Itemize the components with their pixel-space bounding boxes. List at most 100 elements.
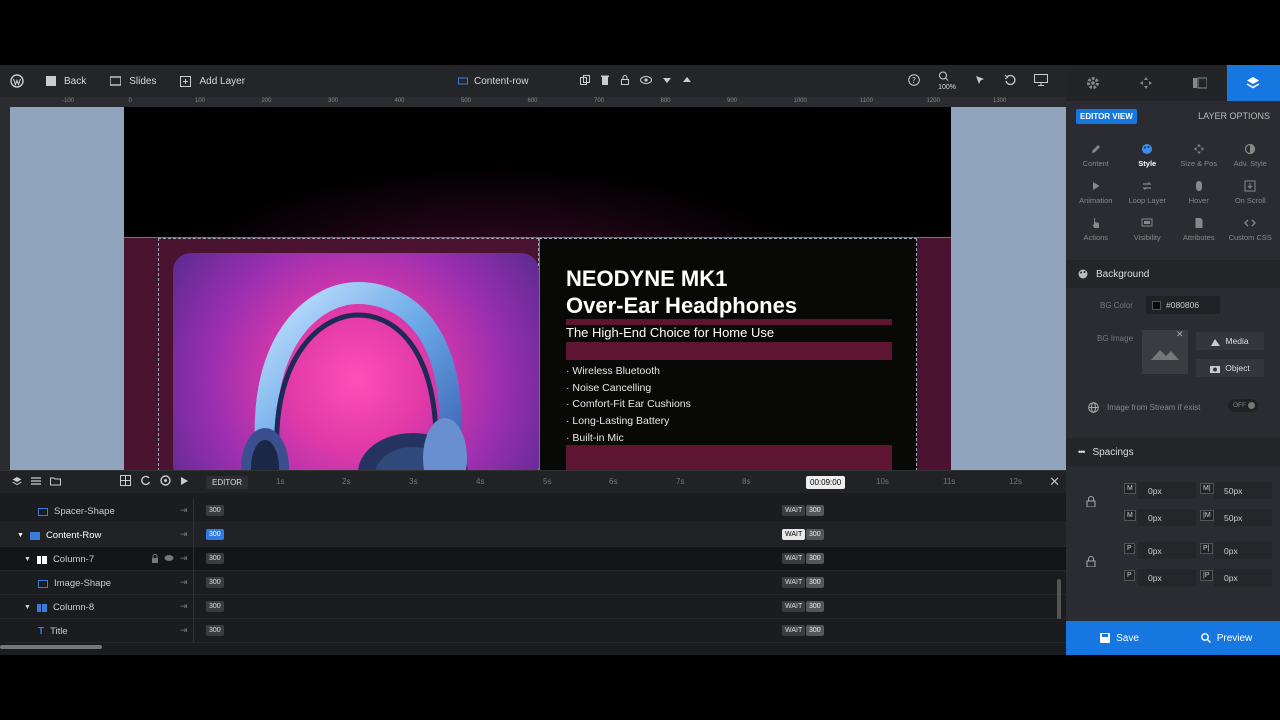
wait-chip[interactable]: WAIT [782, 577, 806, 588]
wait-value-chip[interactable]: 300 [806, 577, 824, 588]
undo-icon[interactable] [1004, 74, 1016, 89]
option-hover[interactable]: Hover [1173, 180, 1225, 205]
tab-navigation[interactable] [1120, 65, 1174, 101]
content-row[interactable]: NEODYNE MK1 Over-Ear Headphones The High… [124, 237, 951, 470]
add-layer-button[interactable]: Add Layer [168, 65, 257, 97]
color-swatch[interactable] [1152, 300, 1161, 310]
option-actions[interactable]: Actions [1070, 217, 1122, 242]
folder-icon[interactable] [50, 473, 61, 491]
slide-canvas[interactable]: NEODYNE MK1 Over-Ear Headphones The High… [124, 107, 951, 470]
end-arrow-icon[interactable]: ⇥ [180, 577, 188, 588]
stream-toggle[interactable]: OFF [1228, 399, 1258, 412]
option-style[interactable]: Style [1122, 143, 1174, 168]
wait-value-chip[interactable]: 300 [806, 601, 824, 612]
padding-bottom-input[interactable]: 0px [1138, 569, 1196, 586]
wait-value-chip[interactable]: 300 [806, 505, 824, 516]
option-animation[interactable]: Animation [1070, 180, 1122, 205]
wait-chip[interactable]: WAIT [782, 505, 806, 516]
delete-icon[interactable] [600, 75, 610, 88]
start-time-chip[interactable]: 300 [206, 577, 224, 588]
option-size-pos[interactable]: Size & Pos [1173, 143, 1225, 168]
feature-list[interactable]: Wireless BluetoothNoise CancellingComfor… [566, 363, 690, 447]
list-icon[interactable] [31, 473, 41, 491]
end-arrow-icon[interactable]: ⇥ [180, 553, 188, 564]
spacings-section-header[interactable]: ••• Spacings [1066, 438, 1280, 466]
end-arrow-icon[interactable]: ⇥ [180, 505, 188, 516]
remove-image-icon[interactable]: ✕ [1176, 329, 1184, 340]
end-arrow-icon[interactable]: ⇥ [180, 601, 188, 612]
padding-left-input[interactable]: 0px [1214, 569, 1272, 586]
margin-right-input[interactable]: 50px [1214, 482, 1272, 499]
layer-row-image-shape[interactable]: Image-Shape ⇥ 300 WAIT 300 [0, 571, 1066, 595]
wait-chip[interactable]: WAIT [782, 553, 806, 564]
editor-tag[interactable]: EDITOR [206, 476, 249, 489]
pointer-icon[interactable] [974, 74, 986, 89]
start-time-chip[interactable]: 300 [206, 505, 224, 516]
timeline-horizontal-scrollbar[interactable] [0, 645, 102, 649]
start-time-chip[interactable]: 300 [206, 601, 224, 612]
margin-bottom-input[interactable]: 0px [1138, 509, 1196, 526]
layer-row-spacer-shape[interactable]: Spacer-Shape ⇥ 300 WAIT 300 [0, 499, 1066, 523]
current-time-badge[interactable]: 00:09:00 [806, 476, 846, 489]
layer-row-title[interactable]: T Title ⇥ 300 WAIT 300 [0, 619, 1066, 643]
column-7[interactable] [158, 238, 539, 470]
preview-button[interactable]: Preview [1173, 621, 1280, 655]
margin-top-input[interactable]: 0px [1138, 482, 1196, 499]
collapse-arrow-icon[interactable]: ▼ [24, 604, 31, 611]
collapse-arrow-icon[interactable]: ▼ [24, 556, 31, 563]
visibility-icon[interactable] [164, 554, 174, 565]
close-timeline-icon[interactable]: ✕ [1049, 474, 1060, 490]
start-time-chip[interactable]: 300 [206, 553, 224, 564]
snap-grid-icon[interactable] [120, 473, 131, 491]
layer-row-content-row[interactable]: ▼ Content-Row ⇥ 300 WAIT 300 [0, 523, 1066, 547]
object-button[interactable]: Object [1196, 359, 1264, 377]
padding-lock-icon[interactable] [1086, 554, 1096, 572]
layers-icon[interactable] [12, 473, 22, 491]
end-arrow-icon[interactable]: ⇥ [180, 529, 188, 540]
option-loop-layer[interactable]: Loop Layer [1122, 180, 1174, 205]
loop-icon[interactable] [160, 473, 171, 491]
padding-right-input[interactable]: 0px [1214, 542, 1272, 559]
layer-row-column-8[interactable]: ▼ Column-8 ⇥ 300 WAIT 300 [0, 595, 1066, 619]
arrow-up-icon[interactable] [682, 75, 692, 88]
wordpress-logo-button[interactable] [0, 65, 34, 97]
editor-view-button[interactable]: EDITOR VIEW [1076, 109, 1137, 124]
zoom-control[interactable]: 100% [938, 71, 956, 91]
desktop-view-icon[interactable] [1034, 73, 1048, 89]
media-button[interactable]: Media [1196, 332, 1264, 350]
start-time-chip[interactable]: 300 [206, 625, 224, 636]
tab-layers[interactable] [1226, 65, 1280, 101]
bg-color-field[interactable]: #080806 [1146, 296, 1220, 314]
slides-button[interactable]: Slides [98, 65, 168, 97]
lock-icon[interactable] [151, 554, 159, 566]
margin-lock-icon[interactable] [1086, 494, 1096, 512]
wait-chip[interactable]: WAIT [782, 601, 806, 612]
wait-value-chip[interactable]: 300 [806, 529, 824, 540]
option-content[interactable]: Content [1070, 143, 1122, 168]
duplicate-icon[interactable] [580, 74, 590, 88]
save-button[interactable]: Save [1066, 621, 1173, 655]
padding-top-input[interactable]: 0px [1138, 542, 1196, 559]
rewind-icon[interactable] [140, 473, 151, 491]
column-8[interactable]: NEODYNE MK1 Over-Ear Headphones The High… [539, 238, 917, 470]
background-section-header[interactable]: Background [1066, 260, 1280, 288]
layer-row-column-7[interactable]: ▼ Column-7 ⇥ 300 WAIT 300 [0, 547, 1066, 571]
image-shape[interactable] [173, 253, 539, 470]
back-button[interactable]: Back [34, 65, 98, 97]
tab-slides[interactable] [1173, 65, 1227, 101]
wait-value-chip[interactable]: 300 [806, 625, 824, 636]
help-icon[interactable]: ? [908, 73, 920, 89]
current-layer-selector[interactable]: Content-row [458, 76, 528, 87]
option-attributes[interactable]: Attributes [1173, 217, 1225, 242]
slide-title[interactable]: NEODYNE MK1 Over-Ear Headphones [566, 265, 797, 319]
collapse-arrow-icon[interactable]: ▼ [17, 532, 24, 539]
arrow-down-icon[interactable] [662, 75, 672, 88]
start-time-chip[interactable]: 300 [206, 529, 224, 540]
wait-value-chip[interactable]: 300 [806, 553, 824, 564]
wait-chip[interactable]: WAIT [782, 529, 806, 540]
play-icon[interactable] [180, 473, 189, 491]
option-on-scroll[interactable]: On Scroll [1225, 180, 1277, 205]
eye-icon[interactable] [640, 75, 652, 88]
option-visibility[interactable]: Visibility [1122, 217, 1174, 242]
option-custom-css[interactable]: Custom CSS [1225, 217, 1277, 242]
